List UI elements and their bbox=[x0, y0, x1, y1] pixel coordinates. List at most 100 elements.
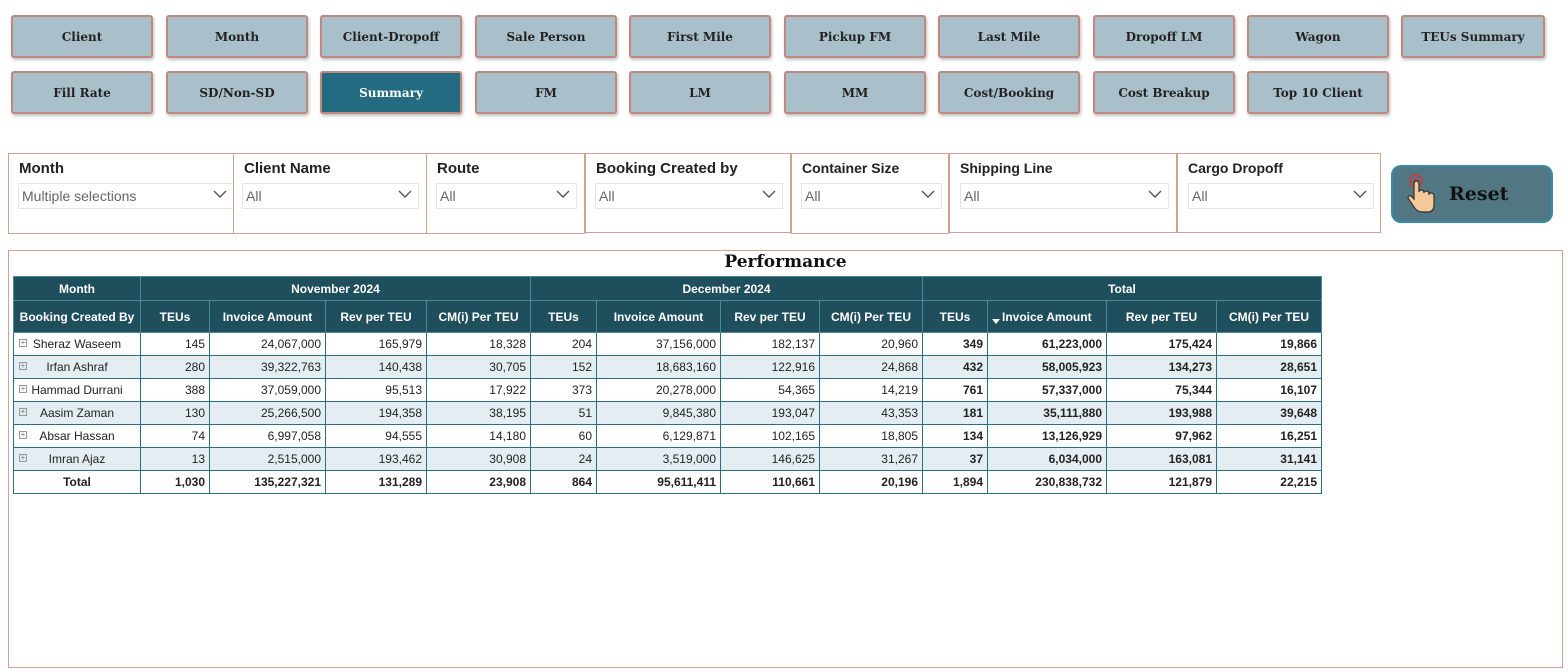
value-cell: 1,894 bbox=[922, 470, 988, 494]
row-name-label: Aasim Zaman bbox=[39, 406, 115, 420]
value-cell: 102,165 bbox=[720, 424, 820, 448]
value-cell: 373 bbox=[530, 378, 597, 402]
value-cell: 280 bbox=[140, 355, 210, 379]
booking-created-by-dropdown[interactable]: All bbox=[595, 183, 783, 209]
shipping-line-dropdown-value: All bbox=[964, 188, 980, 204]
value-cell: 31,267 bbox=[819, 447, 923, 471]
month-dropdown-value: Multiple selections bbox=[22, 188, 137, 204]
value-cell: 31,141 bbox=[1216, 447, 1322, 471]
column-header-invoice-amount[interactable]: Invoice Amount bbox=[209, 300, 326, 333]
column-header-cm-per-teu[interactable]: CM(i) Per TEU bbox=[426, 300, 531, 333]
value-cell: 95,611,411 bbox=[596, 470, 721, 494]
nav-dropoff-lm-button[interactable]: Dropoff LM bbox=[1093, 15, 1235, 58]
table-row: + Aasim Zaman 130 25,266,500 194,358 38,195 51… bbox=[13, 401, 1322, 425]
column-header-rev-per-teu[interactable]: Rev per TEU bbox=[720, 300, 820, 333]
route-dropdown[interactable]: All bbox=[436, 183, 577, 209]
row-name-label: Hammad Durrani bbox=[31, 383, 123, 397]
nav-fm-button[interactable]: FM bbox=[475, 71, 617, 114]
value-cell: 14,219 bbox=[819, 378, 923, 402]
column-header-rev-per-teu[interactable]: Rev per TEU bbox=[1106, 300, 1217, 333]
nav-cost-breakup-button[interactable]: Cost Breakup bbox=[1093, 71, 1235, 114]
value-cell: 165,979 bbox=[325, 332, 427, 356]
nav-month-button[interactable]: Month bbox=[166, 15, 308, 58]
corner-booking-created-by-header[interactable]: Booking Created By bbox=[13, 300, 141, 333]
row-name-label: Sheraz Waseem bbox=[32, 337, 122, 351]
month-dropdown[interactable]: Multiple selections bbox=[18, 183, 234, 209]
expand-icon[interactable]: + bbox=[19, 339, 27, 347]
shipping-line-dropdown[interactable]: All bbox=[960, 183, 1169, 209]
value-cell: 43,353 bbox=[819, 401, 923, 425]
nav-sd-non-sd-button[interactable]: SD/Non-SD bbox=[166, 71, 308, 114]
value-cell: 13,126,929 bbox=[987, 424, 1107, 448]
nav-mm-button[interactable]: MM bbox=[784, 71, 926, 114]
nav-client-button[interactable]: Client bbox=[11, 15, 153, 58]
nav-fill-rate-button[interactable]: Fill Rate bbox=[11, 71, 153, 114]
row-name-cell[interactable]: + Imran Ajaz bbox=[13, 447, 141, 471]
table-row: + Imran Ajaz 13 2,515,000 193,462 30,908 24 3,5… bbox=[13, 447, 1322, 471]
cargo-dropoff-slicer-title: Cargo Dropoff bbox=[1188, 160, 1283, 176]
value-cell: 18,805 bbox=[819, 424, 923, 448]
nav-first-mile-button[interactable]: First Mile bbox=[629, 15, 771, 58]
value-cell: 204 bbox=[530, 332, 597, 356]
client-name-dropdown[interactable]: All bbox=[242, 183, 419, 209]
column-header-cm-per-teu[interactable]: CM(i) Per TEU bbox=[819, 300, 923, 333]
value-cell: 3,519,000 bbox=[596, 447, 721, 471]
value-cell: 432 bbox=[922, 355, 988, 379]
value-cell: 2,515,000 bbox=[209, 447, 326, 471]
nav-lm-button[interactable]: LM bbox=[629, 71, 771, 114]
row-name-cell[interactable]: + Absar Hassan bbox=[13, 424, 141, 448]
value-cell: 131,289 bbox=[325, 470, 427, 494]
value-cell: 388 bbox=[140, 378, 210, 402]
group-header-total: Total bbox=[922, 276, 1322, 301]
hand-pointer-icon bbox=[1407, 174, 1435, 213]
cargo-dropoff-dropdown[interactable]: All bbox=[1188, 183, 1374, 209]
row-name-cell[interactable]: + Hammad Durrani bbox=[13, 378, 141, 402]
value-cell: 20,278,000 bbox=[596, 378, 721, 402]
column-header-teus[interactable]: TEUs bbox=[922, 300, 988, 333]
nav-pickup-fm-button[interactable]: Pickup FM bbox=[784, 15, 926, 58]
column-header-rev-per-teu[interactable]: Rev per TEU bbox=[325, 300, 427, 333]
route-slicer: Route All bbox=[426, 153, 585, 234]
value-cell: 94,555 bbox=[325, 424, 427, 448]
row-name-cell[interactable]: + Aasim Zaman bbox=[13, 401, 141, 425]
column-header-teus[interactable]: TEUs bbox=[530, 300, 597, 333]
row-name-cell[interactable]: + Sheraz Waseem bbox=[13, 332, 141, 356]
expand-icon[interactable]: + bbox=[19, 408, 27, 416]
nav-top-10-client-button[interactable]: Top 10 Client bbox=[1247, 71, 1389, 114]
container-size-dropdown[interactable]: All bbox=[801, 183, 942, 209]
nav-sale-person-button[interactable]: Sale Person bbox=[475, 15, 617, 58]
nav-last-mile-button[interactable]: Last Mile bbox=[938, 15, 1080, 58]
client-name-dropdown-value: All bbox=[246, 188, 262, 204]
value-cell: 60 bbox=[530, 424, 597, 448]
nav-cost-booking-button[interactable]: Cost/Booking bbox=[938, 71, 1080, 114]
column-header-invoice-amount-sorted[interactable]: Invoice Amount bbox=[987, 300, 1107, 333]
expand-icon[interactable]: + bbox=[19, 454, 27, 462]
value-cell: 30,705 bbox=[426, 355, 531, 379]
chevron-down-icon bbox=[921, 190, 935, 198]
value-cell: 37 bbox=[922, 447, 988, 471]
column-header-cm-per-teu[interactable]: CM(i) Per TEU bbox=[1216, 300, 1322, 333]
nav-client-dropoff-button[interactable]: Client-Dropoff bbox=[320, 15, 462, 58]
value-cell: 349 bbox=[922, 332, 988, 356]
column-header-invoice-amount[interactable]: Invoice Amount bbox=[596, 300, 721, 333]
value-cell: 193,462 bbox=[325, 447, 427, 471]
reset-button[interactable]: Reset bbox=[1391, 165, 1553, 223]
shipping-line-slicer: Shipping Line All bbox=[949, 153, 1177, 233]
nav-summary-button[interactable]: Summary bbox=[320, 71, 462, 114]
expand-icon[interactable]: + bbox=[19, 431, 27, 439]
chevron-down-icon bbox=[556, 190, 570, 198]
value-cell: 6,129,871 bbox=[596, 424, 721, 448]
month-slicer: Month Multiple selections bbox=[8, 153, 234, 234]
expand-icon[interactable]: + bbox=[19, 385, 27, 393]
value-cell: 97,962 bbox=[1106, 424, 1217, 448]
row-name-cell[interactable]: + Irfan Ashraf bbox=[13, 355, 141, 379]
value-cell: 54,365 bbox=[720, 378, 820, 402]
value-cell: 13 bbox=[140, 447, 210, 471]
column-header-teus[interactable]: TEUs bbox=[140, 300, 210, 333]
value-cell: 163,081 bbox=[1106, 447, 1217, 471]
chevron-down-icon bbox=[762, 190, 776, 198]
value-cell: 30,908 bbox=[426, 447, 531, 471]
nav-teus-summary-button[interactable]: TEUs Summary bbox=[1401, 15, 1545, 58]
expand-icon[interactable]: + bbox=[19, 362, 27, 370]
nav-wagon-button[interactable]: Wagon bbox=[1247, 15, 1389, 58]
